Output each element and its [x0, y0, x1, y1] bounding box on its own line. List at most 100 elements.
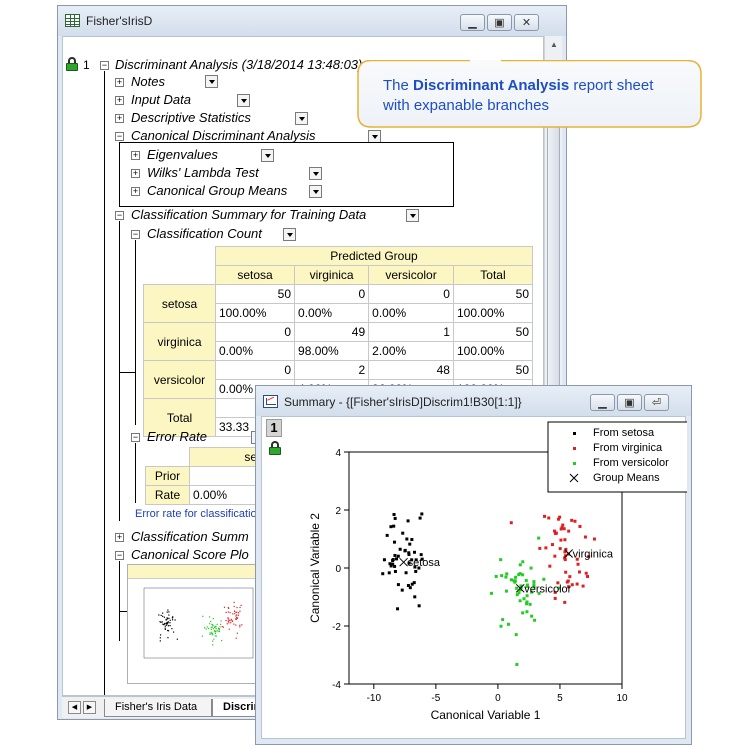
notes-dropdown[interactable]	[205, 75, 218, 88]
table-cell: 48	[368, 360, 454, 380]
class-count-dropdown[interactable]	[283, 228, 296, 241]
thumb-point	[231, 620, 234, 622]
thumb-point	[210, 633, 212, 635]
error-rate-branch[interactable]: Error Rate	[147, 429, 207, 444]
class-count-collapse-toggle[interactable]: −	[131, 230, 140, 239]
col-header: virginica	[294, 265, 370, 285]
input-data-expand-toggle[interactable]: +	[115, 96, 124, 105]
error-rate-collapse-toggle[interactable]: −	[131, 433, 140, 442]
callout-text: The Discriminant Analysis report sheet w…	[383, 76, 653, 116]
eigenvalues-expand-toggle[interactable]: +	[131, 151, 140, 160]
data-point	[401, 531, 405, 535]
thumb-point	[236, 611, 238, 613]
thumb-point	[164, 627, 166, 629]
data-point	[559, 527, 563, 531]
group-means-dropdown[interactable]	[309, 185, 322, 198]
class-summary-2-expand-toggle[interactable]: +	[115, 533, 124, 542]
data-point	[517, 573, 521, 577]
tab-next-arrow[interactable]: ▶	[83, 701, 96, 714]
eigenvalues-branch[interactable]: Eigenvalues	[147, 147, 218, 162]
eigenvalues-dropdown[interactable]	[261, 149, 274, 162]
class-count-branch[interactable]: Classification Count	[147, 226, 262, 241]
class-summary-2-branch[interactable]: Classification Summ	[131, 529, 249, 544]
data-point	[382, 558, 386, 562]
graph-titlebar[interactable]: Summary - {[Fisher'sIrisD]Discrim1!B30[1…	[256, 386, 691, 416]
x-tick-label: 10	[616, 693, 628, 704]
legend-marker	[573, 447, 576, 450]
row-header: Rate	[145, 485, 190, 505]
group-means-expand-toggle[interactable]: +	[131, 187, 140, 196]
thumb-point	[236, 632, 238, 634]
data-point	[414, 569, 418, 573]
scroll-up-arrow[interactable]: ▲	[547, 38, 561, 52]
thumb-point	[239, 610, 241, 612]
data-point	[564, 570, 568, 574]
legend-marker	[573, 462, 576, 465]
data-point	[553, 554, 557, 558]
root-node-label[interactable]: Discriminant Analysis (3/18/2014 13:48:0…	[115, 57, 362, 72]
wilks-expand-toggle[interactable]: +	[131, 169, 140, 178]
tab-prev-arrow[interactable]: ◀	[68, 701, 81, 714]
lock-icon[interactable]	[66, 57, 78, 71]
row-header: Prior	[145, 466, 190, 486]
input-data-dropdown[interactable]	[237, 94, 250, 107]
descriptive-branch[interactable]: Descriptive Statistics	[131, 110, 251, 125]
descriptive-expand-toggle[interactable]: +	[115, 114, 124, 123]
thumb-point	[228, 622, 230, 624]
minimize-button[interactable]: ▁	[460, 14, 485, 31]
score-plot-branch[interactable]: Canonical Score Plo	[131, 547, 249, 562]
thumb-point	[235, 624, 237, 626]
data-point	[499, 624, 503, 628]
data-point	[391, 558, 395, 562]
thumb-point	[212, 640, 214, 642]
y-tick-label: 0	[335, 564, 341, 575]
legend-marker	[573, 432, 576, 435]
scatter-plot[interactable]: -10 -5 0 5 10 -4 -2 0 2 4 Canonical Variable 1 Cano…	[262, 417, 687, 740]
restore-button[interactable]: ⏎	[644, 394, 669, 411]
thumb-point	[166, 622, 168, 624]
thumb-point	[164, 625, 166, 627]
canonical-branch[interactable]: Canonical Discriminant Analysis	[131, 128, 315, 143]
data-point	[396, 554, 400, 558]
class-summary-collapse-toggle[interactable]: −	[115, 211, 124, 220]
canonical-collapse-toggle[interactable]: −	[115, 132, 124, 141]
data-point	[419, 553, 423, 557]
thumb-point	[237, 614, 240, 616]
data-point	[558, 515, 562, 519]
graph-window[interactable]: Summary - {[Fisher'sIrisD]Discrim1!B30[1…	[255, 385, 692, 745]
minimize-button[interactable]: ▁	[590, 394, 615, 411]
group-means-branch[interactable]: Canonical Group Means	[147, 183, 287, 198]
data-point	[559, 538, 563, 542]
tab-fishers-iris-data[interactable]: Fisher's Iris Data	[104, 699, 212, 717]
class-summary-branch[interactable]: Classification Summary for Training Data	[131, 207, 366, 222]
maximize-button[interactable]: ▣	[487, 14, 512, 31]
notes-expand-toggle[interactable]: +	[115, 78, 124, 87]
wilks-dropdown[interactable]	[309, 167, 322, 180]
root-collapse-toggle[interactable]: −	[100, 61, 109, 70]
maximize-button[interactable]: ▣	[617, 394, 642, 411]
thumb-point	[172, 616, 174, 618]
workbook-titlebar[interactable]: Fisher'sIrisD ▁ ▣ ✕	[58, 6, 566, 36]
class-summary-dropdown[interactable]	[406, 209, 419, 222]
window-controls: ▁ ▣ ✕	[460, 14, 539, 31]
data-point	[563, 538, 567, 542]
notes-branch[interactable]: Notes	[131, 74, 165, 89]
table-cell: 100.00%	[452, 341, 534, 361]
graph-page[interactable]: 1 -10 -5 0 5 10 -4 -2 0 2 4 Canonical Variable 1 Ca…	[261, 416, 687, 740]
close-button[interactable]: ✕	[514, 14, 539, 31]
data-point	[388, 562, 392, 566]
thumb-point	[159, 637, 161, 639]
predicted-group-header: Predicted Group	[215, 246, 533, 266]
score-plot-collapse-toggle[interactable]: −	[115, 551, 124, 560]
table-cell: 50	[452, 284, 534, 304]
thumb-point	[229, 612, 231, 614]
wilks-branch[interactable]: Wilks' Lambda Test	[147, 165, 259, 180]
data-point	[515, 662, 519, 666]
thumb-point	[212, 634, 214, 636]
data-point	[554, 531, 558, 535]
data-point	[568, 575, 572, 579]
tree-line	[104, 71, 105, 695]
data-point	[515, 586, 519, 590]
input-data-branch[interactable]: Input Data	[131, 92, 191, 107]
descriptive-dropdown[interactable]	[295, 112, 308, 125]
